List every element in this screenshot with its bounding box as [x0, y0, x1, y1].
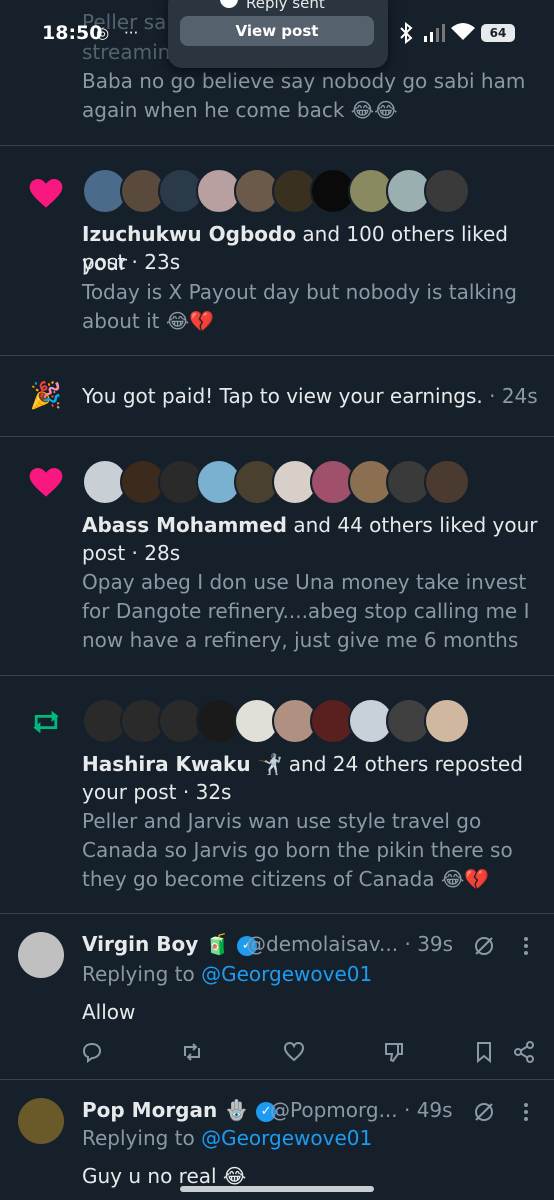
signal-icon — [424, 24, 445, 42]
post-preview: Opay abeg I don use Una money take inves… — [82, 570, 527, 594]
battery-level: 64 — [481, 24, 515, 42]
handle-timestamp: @demolaisav... · 39s — [246, 932, 454, 956]
user-name[interactable]: Hashira Kwaku 🤺 — [82, 752, 282, 776]
earnings-text: You got paid! Tap to view your earnings.… — [82, 382, 542, 411]
avatar[interactable] — [424, 168, 470, 214]
repost-notification[interactable]: Hashira Kwaku 🤺 and 24 others reposted y… — [0, 676, 554, 914]
like-notification[interactable]: Abass Mohammed and 44 others liked your … — [0, 437, 554, 676]
post-preview: Peller and Jarvis wan use style travel g… — [82, 809, 482, 833]
post-preview: Canada so Jarvis go born the pikin there… — [82, 838, 513, 862]
more-options-icon[interactable] — [514, 1100, 538, 1124]
earnings-notification[interactable]: 🎉 You got paid! Tap to view your earning… — [0, 356, 554, 437]
reply-text: Guy u no real 😂 — [82, 1164, 247, 1188]
avatar[interactable] — [18, 1098, 64, 1144]
body-line: Baba no go believe say nobody go sabi ha… — [82, 69, 526, 93]
check-icon — [220, 0, 238, 8]
post-preview: they go become citizens of Canada 😂💔 — [82, 867, 490, 891]
heart-icon — [28, 176, 64, 212]
post-preview: about it 😂💔 — [82, 309, 215, 333]
headline-text: post · 28s — [82, 541, 181, 565]
user-name: Pop Morgan 🪬 — [82, 1098, 250, 1122]
headline-text: and 44 others liked your — [287, 513, 538, 537]
notification-headline: Abass Mohammed and 44 others liked your — [82, 511, 542, 540]
party-popper-icon: 🎉 — [29, 381, 63, 411]
post-preview: now have a refinery, just give me 6 mont… — [82, 628, 519, 652]
like-icon[interactable] — [282, 1040, 306, 1064]
share-icon[interactable] — [512, 1040, 536, 1064]
mention-link[interactable]: @Georgewove01 — [201, 1126, 372, 1150]
repost-icon[interactable] — [180, 1040, 204, 1064]
display-name[interactable]: Virgin Boy 🧃 ✓ — [82, 932, 258, 956]
like-notification[interactable]: Izuchukwu Ogbodo and 100 others liked yo… — [0, 146, 554, 356]
grok-icon[interactable] — [472, 934, 496, 958]
view-post-button[interactable]: View post — [180, 16, 374, 46]
replying-label: Replying to — [82, 962, 202, 986]
clock: 18:50 — [42, 22, 103, 44]
body-line: again when he come back 😂😂 — [82, 98, 398, 122]
whatsapp-icon: ◎ — [96, 24, 110, 42]
bluetooth-icon — [400, 22, 413, 44]
headline-text: your post · 32s — [82, 780, 232, 804]
avatar[interactable] — [424, 459, 470, 505]
reply-sent-toast: Reply sent View post — [168, 0, 388, 68]
avatar[interactable] — [424, 698, 470, 744]
display-name[interactable]: Pop Morgan 🪬 ✓ — [82, 1098, 277, 1122]
post-preview: Today is X Payout day but nobody is talk… — [82, 280, 517, 304]
more-options-icon[interactable] — [514, 934, 538, 958]
dislike-icon[interactable] — [382, 1040, 406, 1064]
headline-text: and 24 others reposted — [282, 752, 523, 776]
more-notifications-icon: ··· — [124, 24, 139, 42]
user-name: Virgin Boy 🧃 — [82, 932, 231, 956]
headline-text: post · 23s — [82, 250, 181, 274]
bookmark-icon[interactable] — [472, 1040, 496, 1064]
replying-to: Replying to @Georgewove01 — [82, 1126, 372, 1150]
reposter-avatars — [82, 698, 470, 744]
reply-icon[interactable] — [80, 1040, 104, 1064]
earnings-message: You got paid! Tap to view your earnings. — [82, 384, 483, 408]
liker-avatars — [82, 168, 470, 214]
post-preview: for Dangote refinery....abeg stop callin… — [82, 599, 530, 623]
toast-title: Reply sent — [246, 0, 325, 12]
replying-to: Replying to @Georgewove01 — [82, 962, 372, 986]
user-name[interactable]: Abass Mohammed — [82, 513, 287, 537]
avatar[interactable] — [18, 932, 64, 978]
liker-avatars — [82, 459, 470, 505]
wifi-icon — [451, 23, 475, 40]
timestamp: · 24s — [482, 384, 538, 408]
home-indicator[interactable] — [180, 1186, 374, 1192]
heart-icon — [28, 465, 64, 501]
reply-post[interactable]: Virgin Boy 🧃 ✓ @demolaisav... · 39s Repl… — [0, 914, 554, 1080]
repost-icon — [28, 704, 64, 740]
reply-text: Allow — [82, 1000, 136, 1024]
reply-post[interactable]: Pop Morgan 🪬 ✓ @Popmorg... · 49s Replyin… — [0, 1080, 554, 1200]
notification-headline: Hashira Kwaku 🤺 and 24 others reposted — [82, 750, 542, 779]
user-name[interactable]: Izuchukwu Ogbodo — [82, 222, 296, 246]
replying-label: Replying to — [82, 1126, 202, 1150]
handle-timestamp: @Popmorg... · 49s — [270, 1098, 453, 1122]
grok-icon[interactable] — [472, 1100, 496, 1124]
mention-link[interactable]: @Georgewove01 — [201, 962, 372, 986]
